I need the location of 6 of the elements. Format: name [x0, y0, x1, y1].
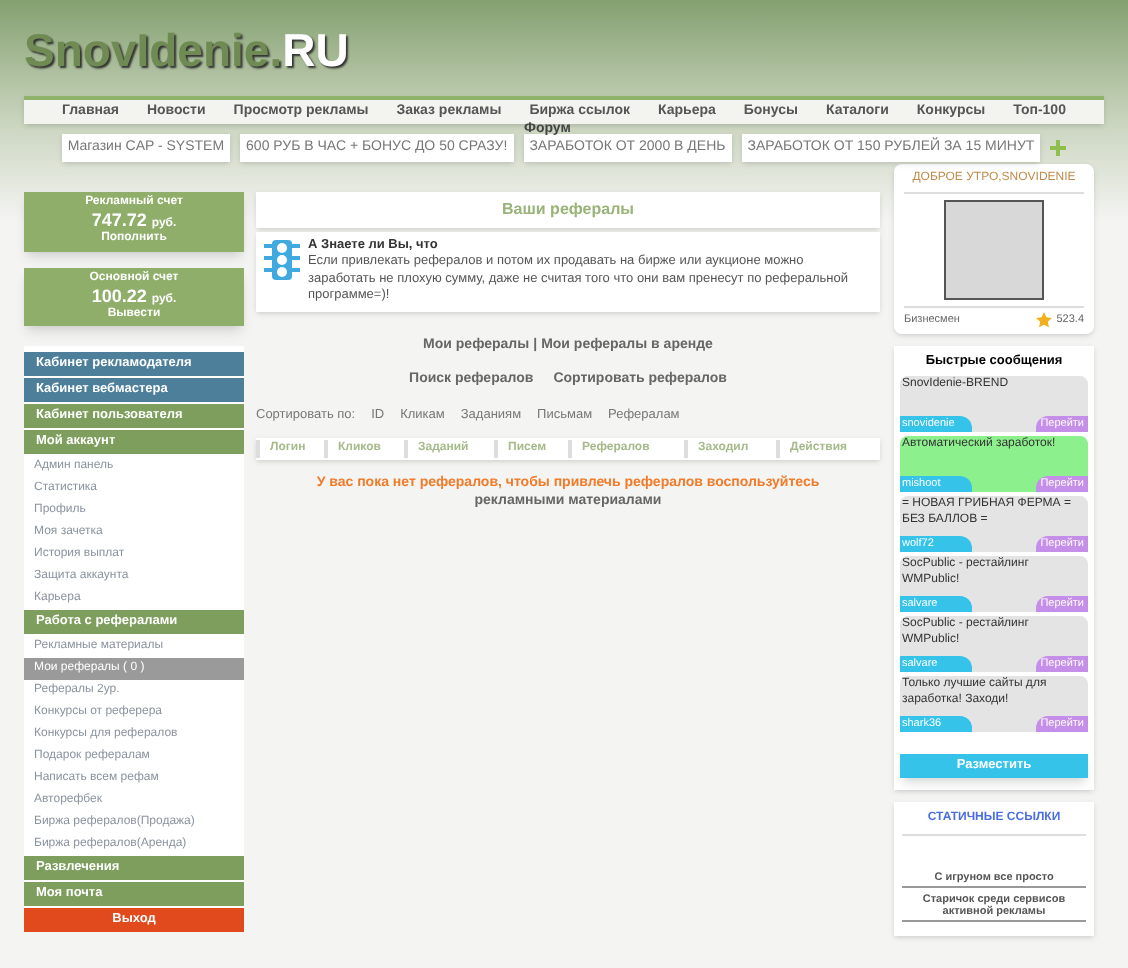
traffic-light-icon: [262, 238, 302, 282]
plus-icon[interactable]: [1050, 140, 1067, 156]
page-title: Ваши рефералы: [256, 192, 880, 228]
site-logo[interactable]: SnovIdenie.RU: [0, 0, 1128, 88]
photo-placeholder: [944, 200, 1044, 300]
star-icon: [1036, 312, 1053, 329]
